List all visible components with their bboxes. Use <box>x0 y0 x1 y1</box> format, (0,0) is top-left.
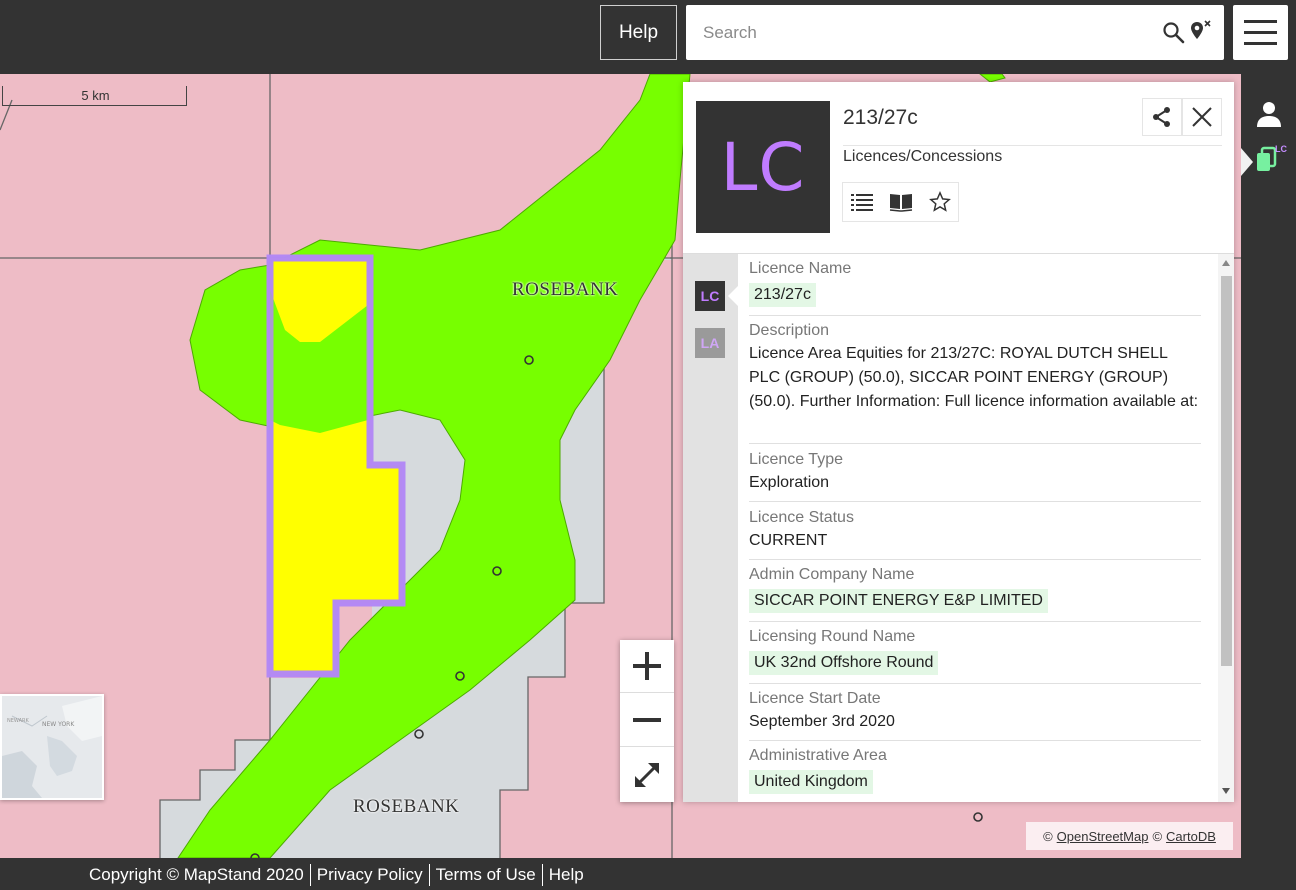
share-button[interactable] <box>1142 98 1182 136</box>
feature-info-panel: LC 213/27c Licences/Concessions LC LA Li… <box>683 82 1234 802</box>
active-tab-pointer <box>1241 148 1253 176</box>
zoom-controls <box>620 640 674 802</box>
search-box[interactable] <box>686 5 1224 60</box>
panel-title: 213/27c <box>843 106 918 129</box>
close-icon <box>1192 107 1212 127</box>
fullscreen-button[interactable] <box>620 748 674 801</box>
layer-tab-lc[interactable]: LC <box>695 281 725 311</box>
zoom-out-button[interactable] <box>620 694 674 747</box>
zoom-in-button[interactable] <box>620 640 674 693</box>
minimap-image: NEW YORK NEWARK <box>2 696 102 798</box>
layer-tab-la[interactable]: LA <box>695 328 725 358</box>
scroll-thumb[interactable] <box>1221 276 1232 666</box>
close-button[interactable] <box>1182 98 1222 136</box>
field-licence-name: Licence Name 213/27c <box>749 258 1201 316</box>
details-book-button[interactable] <box>882 183 920 221</box>
list-button[interactable] <box>843 183 881 221</box>
minimap[interactable]: NEW YORK NEWARK <box>0 694 104 800</box>
field-licence-start-date: Licence Start Date September 3rd 2020 <box>749 688 1201 741</box>
favourite-button[interactable] <box>921 183 959 221</box>
attribute-list: Licence Name 213/27c Description Licence… <box>738 254 1218 802</box>
star-icon <box>929 191 951 212</box>
panel-subtitle: Licences/Concessions <box>843 148 1003 165</box>
licence-layer-badge: LC <box>1275 144 1287 154</box>
panel-scrollbar[interactable] <box>1218 254 1234 802</box>
panel-header: LC 213/27c Licences/Concessions <box>683 82 1234 254</box>
map-pin-clear-icon[interactable] <box>1188 19 1212 43</box>
layer-logo: LC <box>696 101 830 233</box>
help-button[interactable]: Help <box>600 5 677 60</box>
footer-help-link[interactable]: Help <box>549 865 584 885</box>
search-input[interactable] <box>686 5 1146 60</box>
share-icon <box>1153 107 1170 127</box>
hamburger-menu-icon <box>1244 20 1277 23</box>
book-icon <box>889 194 913 212</box>
minus-icon <box>633 718 661 722</box>
field-licence-type: Licence Type Exploration <box>749 449 1201 502</box>
panel-toolbar <box>842 182 959 222</box>
field-licensing-round: Licensing Round Name UK 32nd Offshore Ro… <box>749 626 1201 684</box>
map-attribution: © OpenStreetMap © CartoDB <box>1026 822 1233 850</box>
plus-icon <box>633 652 661 680</box>
top-bar: Help <box>0 0 1296 74</box>
cartodb-link[interactable]: CartoDB <box>1166 829 1216 844</box>
field-administrative-area: Administrative Area United Kingdom <box>749 745 1201 802</box>
openstreetmap-link[interactable]: OpenStreetMap <box>1057 829 1149 844</box>
panel-layer-tabs: LC LA <box>683 254 738 802</box>
scroll-up-arrow-icon[interactable] <box>1222 260 1230 266</box>
user-icon[interactable] <box>1256 100 1282 128</box>
footer: Copyright © MapStand 2020 Privacy Policy… <box>0 858 1296 890</box>
field-label-rosebank: ROSEBANK <box>512 279 619 300</box>
search-icon[interactable] <box>1162 21 1186 45</box>
list-icon <box>851 194 873 211</box>
minimap-label: NEW YORK <box>42 721 75 728</box>
expand-icon <box>635 762 659 787</box>
scroll-down-arrow-icon[interactable] <box>1222 788 1230 794</box>
terms-of-use-link[interactable]: Terms of Use <box>436 865 536 885</box>
copyright-text: Copyright © MapStand 2020 <box>89 865 304 884</box>
scale-bar-label: 5 km <box>81 88 110 103</box>
field-licence-status: Licence Status CURRENT <box>749 507 1201 560</box>
privacy-policy-link[interactable]: Privacy Policy <box>317 865 423 885</box>
scale-bar: 5 km <box>2 86 187 106</box>
hamburger-menu-button[interactable] <box>1233 5 1288 60</box>
field-admin-company: Admin Company Name SICCAR POINT ENERGY E… <box>749 564 1201 622</box>
field-label-rosebank: ROSEBANK <box>353 796 460 817</box>
minimap-label: NEWARK <box>7 718 29 724</box>
field-description: Description Licence Area Equities for 21… <box>749 320 1201 444</box>
right-sidebar <box>1241 74 1296 858</box>
